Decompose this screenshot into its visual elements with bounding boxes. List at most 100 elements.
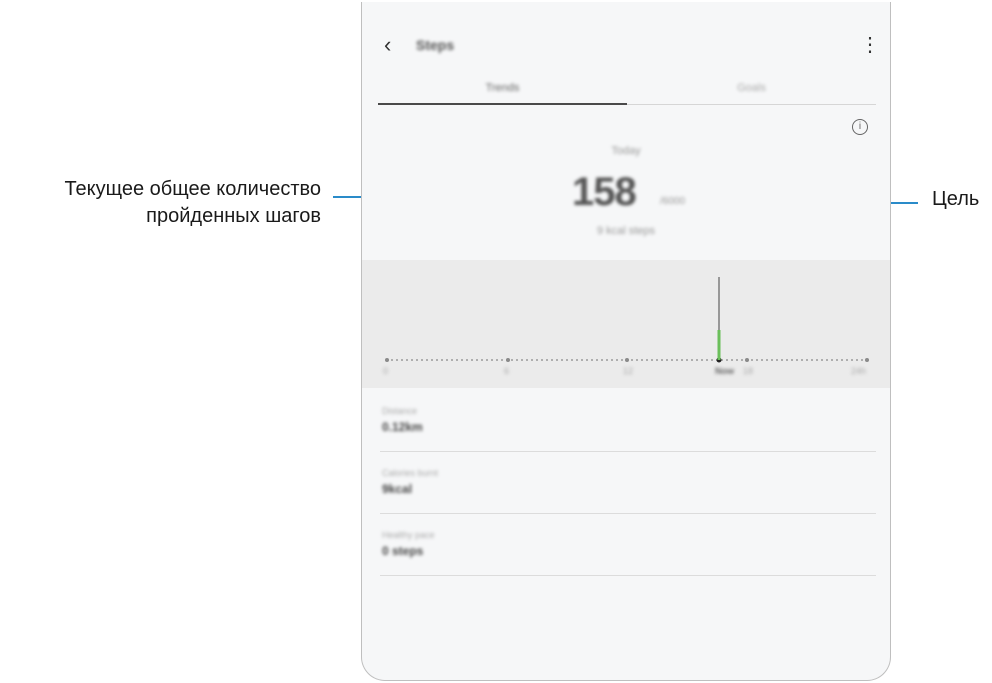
axis-dot <box>851 359 853 361</box>
axis-dot <box>516 359 518 361</box>
stat-distance[interactable]: Distance 0.12km <box>380 390 876 452</box>
axis-tick <box>865 358 869 362</box>
chart-tick-label: 18 <box>743 366 754 376</box>
tab-trends[interactable]: Trends <box>378 72 627 104</box>
axis-dot <box>551 359 553 361</box>
tab-divider <box>627 104 876 105</box>
stat-calories[interactable]: Calories burnt 9kcal <box>380 452 876 514</box>
axis-dot <box>411 359 413 361</box>
axis-dot <box>496 359 498 361</box>
callout-current-steps-line1: Текущее общее количество <box>64 178 321 200</box>
axis-dot <box>681 359 683 361</box>
steps-summary: 158 /6000 <box>572 170 685 220</box>
axis-dot <box>776 359 778 361</box>
axis-dot <box>566 359 568 361</box>
chart-tick-label: 0 <box>383 366 389 376</box>
axis-dot <box>861 359 863 361</box>
tab-bar: Trends Goals <box>378 72 876 106</box>
current-steps-count: 158 <box>572 170 637 214</box>
axis-dot <box>781 359 783 361</box>
axis-dot <box>526 359 528 361</box>
today-label: Today <box>611 145 641 157</box>
axis-dot <box>471 359 473 361</box>
axis-dot <box>521 359 523 361</box>
axis-dot <box>731 359 733 361</box>
stat-value: 0 steps <box>382 544 424 558</box>
axis-dot <box>606 359 608 361</box>
axis-dot <box>661 359 663 361</box>
axis-dot <box>696 359 698 361</box>
axis-dot <box>806 359 808 361</box>
axis-dot <box>451 359 453 361</box>
axis-dot <box>611 359 613 361</box>
steps-chart: 0 6 12 Now 18 24h <box>362 260 890 388</box>
axis-dot <box>426 359 428 361</box>
axis-tick <box>506 358 510 362</box>
info-icon[interactable]: i <box>852 119 868 135</box>
axis-dot <box>491 359 493 361</box>
axis-dot <box>421 359 423 361</box>
axis-dot <box>751 359 753 361</box>
axis-dot <box>616 359 618 361</box>
axis-dot <box>816 359 818 361</box>
axis-dot <box>801 359 803 361</box>
axis-dot <box>836 359 838 361</box>
chart-tick-label: 12 <box>623 366 634 376</box>
stat-value: 9kcal <box>382 482 413 496</box>
axis-dot <box>461 359 463 361</box>
axis-dot <box>741 359 743 361</box>
stat-label: Healthy pace <box>382 530 435 540</box>
axis-dot <box>856 359 858 361</box>
axis-dot <box>531 359 533 361</box>
axis-dot <box>456 359 458 361</box>
app-title: Steps <box>416 37 455 53</box>
goal-value: /6000 <box>660 196 686 207</box>
axis-dot <box>591 359 593 361</box>
stat-label: Calories burnt <box>382 468 439 478</box>
axis-dot <box>811 359 813 361</box>
app-bar: ‹ Steps ⋮ <box>362 30 890 60</box>
axis-dot <box>446 359 448 361</box>
axis-dot <box>676 359 678 361</box>
axis-dot <box>846 359 848 361</box>
axis-dot <box>576 359 578 361</box>
axis-dot <box>831 359 833 361</box>
axis-dot <box>541 359 543 361</box>
axis-dot <box>596 359 598 361</box>
axis-dot <box>821 359 823 361</box>
axis-dot <box>621 359 623 361</box>
axis-dot <box>671 359 673 361</box>
more-vertical-icon[interactable]: ⋮ <box>860 34 880 56</box>
kcal-label: 9 kcal steps <box>596 225 656 237</box>
axis-dot <box>686 359 688 361</box>
axis-dot <box>656 359 658 361</box>
axis-dot <box>641 359 643 361</box>
axis-dot <box>736 359 738 361</box>
stat-label: Distance <box>382 406 418 416</box>
axis-tick <box>385 358 389 362</box>
axis-dot <box>791 359 793 361</box>
stats-list: Distance 0.12km Calories burnt 9kcal Hea… <box>380 390 876 576</box>
axis-dot <box>416 359 418 361</box>
tab-indicator <box>378 103 627 105</box>
device-screen: ‹ Steps ⋮ Trends Goals i Today 158 /6000… <box>361 2 891 681</box>
axis-dot <box>401 359 403 361</box>
axis-dot <box>766 359 768 361</box>
tab-goals[interactable]: Goals <box>627 72 876 104</box>
callout-goal: Цель <box>932 188 980 210</box>
stat-healthy-pace[interactable]: Healthy pace 0 steps <box>380 514 876 576</box>
chevron-left-icon[interactable]: ‹ <box>384 34 400 56</box>
axis-tick <box>625 358 629 362</box>
axis-dot <box>756 359 758 361</box>
axis-dot <box>581 359 583 361</box>
axis-dot <box>701 359 703 361</box>
axis-dot <box>536 359 538 361</box>
axis-dot <box>406 359 408 361</box>
chart-tick-label: 24h <box>851 366 867 376</box>
callout-current-steps: Текущее общее количество пройденных шаго… <box>64 176 321 230</box>
axis-dot <box>511 359 513 361</box>
axis-dot <box>546 359 548 361</box>
stat-value: 0.12km <box>382 420 423 434</box>
axis-dot <box>761 359 763 361</box>
axis-dot <box>631 359 633 361</box>
